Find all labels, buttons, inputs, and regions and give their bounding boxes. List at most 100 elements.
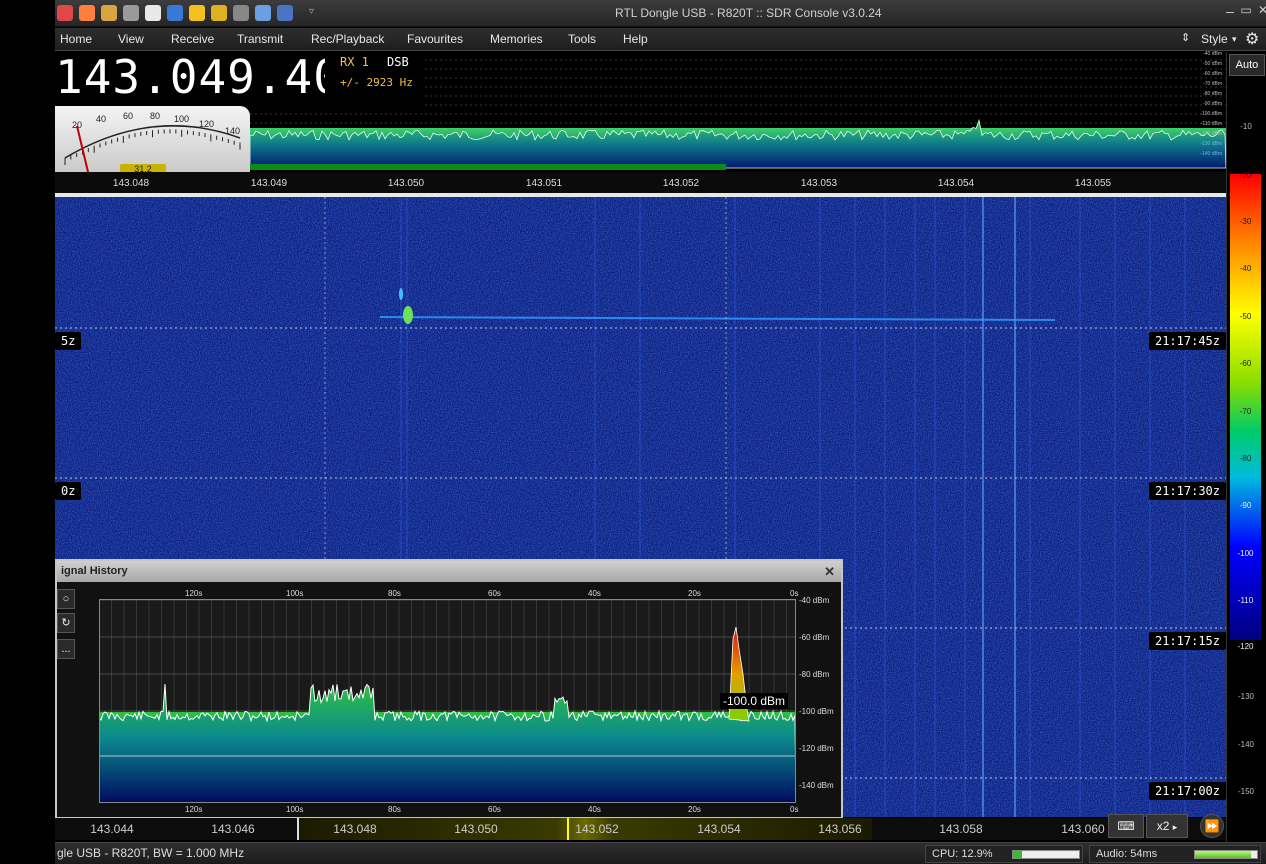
spectrum-db-label: -40 dBm [1203,51,1222,57]
close-button[interactable]: ✕ [1254,3,1266,17]
audio-text: Audio: 54ms [1096,848,1158,860]
time-tick: 20s [688,589,701,598]
gear-icon[interactable]: ⚙ [1245,29,1259,49]
scroll-right-icon[interactable]: ⏩ [1200,814,1224,838]
db-tick: -60 dBm [799,633,830,642]
more-options-button[interactable]: ... [57,639,75,659]
time-tick: 100s [286,589,304,598]
cpu-bar [1012,850,1080,859]
stop-icon[interactable] [145,5,161,21]
cpu-text: CPU: 12.9% [932,848,993,860]
wide-frequency-scale[interactable]: 143.044 143.046 143.048 143.050 143.052 … [55,818,1226,840]
undo-icon[interactable] [277,5,293,21]
waterfall-timestamp-left: 0z [55,482,82,500]
waterfall-timestamp: 21:17:30z [1148,482,1226,500]
freq-tick-label: 143.055 [1074,178,1112,189]
s-meter-tick-label: 140 [225,126,241,136]
play-icon[interactable] [123,5,139,21]
scale-controls: ⌨ x2 ▸ ⏩ [1108,814,1226,840]
style-menu[interactable]: Style [1201,32,1228,46]
add-icon[interactable] [167,5,183,21]
wide-freq-tick: 143.058 [939,822,983,836]
signal-burst [403,306,413,324]
signal-history-window[interactable]: ignal History ✕ ○ ↻ ... 120s 100s 80s 60… [55,559,843,819]
level-label: -150 [1237,787,1254,796]
colour-scale-bar[interactable]: -20 -30 -40 -50 -60 -70 -80 -90 -100 -11… [1230,171,1261,651]
drop-icon[interactable] [255,5,271,21]
wide-freq-tick: 143.046 [211,822,255,836]
colorbar-label: -90 [1239,501,1252,510]
freq-tick-label: 143.051 [525,178,563,189]
wide-freq-tick: 143.050 [454,822,498,836]
db-tick: -120 dBm [799,744,834,753]
menu-home[interactable]: Home [60,32,92,46]
favourite-icon[interactable] [189,5,205,21]
time-tick: 60s [488,805,501,814]
wide-freq-tick: 143.060 [1061,822,1105,836]
menu-view[interactable]: View [118,32,144,46]
window-title: RTL Dongle USB - R820T :: SDR Console v3… [615,6,882,20]
colorbar-label: -80 [1239,454,1252,463]
auto-level-button[interactable]: Auto [1229,54,1265,76]
maximize-button[interactable]: ▭ [1237,3,1255,17]
colorbar-label: -60 [1239,359,1252,368]
waterfall-timestamp: 21:17:15z [1148,632,1226,650]
menu-tools[interactable]: Tools [568,32,596,46]
db-tick: -100 dBm [799,707,834,716]
style-dropdown-icon[interactable]: ▾ [1232,34,1237,45]
help-icon[interactable] [79,5,95,21]
time-tick: 100s [286,805,304,814]
colorbar-label: -120 [1237,642,1254,651]
time-tick: 40s [588,805,601,814]
reset-button[interactable]: ↻ [57,613,75,633]
mode-label[interactable]: DSB [387,55,409,69]
keyboard-icon[interactable]: ⌨ [1108,814,1144,838]
menu-recplayback[interactable]: Rec/Playback [311,32,384,46]
time-tick: 40s [588,589,601,598]
time-tick: 80s [388,805,401,814]
spectrum-db-label: -60 dBm [1203,71,1222,77]
updown-icon[interactable]: ⇕ [1181,31,1190,44]
menu-help[interactable]: Help [623,32,648,46]
level-label: -10 [1240,122,1252,131]
status-bar: gle USB - R820T, BW = 1.000 MHz CPU: 12.… [55,842,1266,864]
zoom-label: x2 [1156,819,1170,833]
time-tick: 80s [388,589,401,598]
signal-history-title: ignal History [61,565,128,577]
status-device-text: gle USB - R820T, BW = 1.000 MHz [57,846,245,860]
home-icon[interactable] [57,5,73,21]
spectrum-db-label: -140 dBm [1200,151,1222,157]
frequency-scale[interactable]: 143.048 143.049 143.050 143.051 143.052 … [55,172,1226,194]
lock-icon[interactable] [211,5,227,21]
menu-transmit[interactable]: Transmit [237,32,283,46]
colorbar-label: -100 [1237,549,1254,558]
freq-tick-label: 143.048 [112,178,150,189]
colorbar-label: -110 [1237,596,1254,605]
camera-icon[interactable] [233,5,249,21]
menu-receive[interactable]: Receive [171,32,214,46]
waterfall-timestamp: 21:17:00z [1148,782,1226,800]
frequency-panel: 143.049.400 RX 1 DSB +/- 2923 Hz [55,50,422,108]
colorbar-label: -30 [1239,217,1252,226]
time-tick: 120s [185,805,203,814]
record-button[interactable]: ○ [57,589,75,609]
colorbar-label: -20 [1239,171,1252,180]
left-edge [0,0,55,864]
s-meter-tick-label: 100 [174,114,190,124]
close-icon[interactable]: ✕ [824,564,835,580]
spectrum-db-label: -70 dBm [1203,81,1222,87]
freq-tick-label: 143.049 [250,178,288,189]
zoom-button[interactable]: x2 ▸ [1146,814,1188,838]
frequency-display[interactable]: 143.049.400 [55,50,325,104]
tuned-marker [567,818,569,840]
menu-favourites[interactable]: Favourites [407,32,463,46]
menu-memories[interactable]: Memories [490,32,543,46]
folder-icon[interactable] [101,5,117,21]
cpu-indicator: CPU: 12.9% [925,845,1083,863]
s-meter-tick-label: 20 [72,120,83,130]
colorbar-label: -50 [1239,312,1252,321]
signal-history-titlebar[interactable]: ignal History ✕ [57,561,841,582]
customize-toolbar-icon[interactable]: ▿ [309,6,319,22]
waterfall-timestamp: 21:17:45z [1148,332,1226,350]
freq-tick-label: 143.053 [800,178,838,189]
